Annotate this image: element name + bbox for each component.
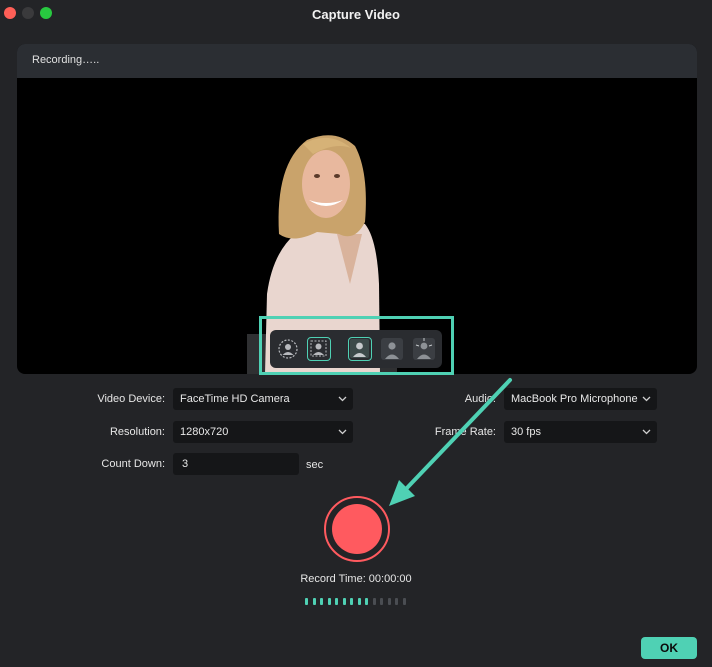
level-bar — [372, 598, 376, 605]
chevron-down-icon — [642, 429, 651, 435]
window-title: Capture Video — [312, 7, 400, 22]
level-bar — [350, 598, 353, 605]
frame-rate-value: 30 fps — [511, 426, 541, 438]
level-bar — [357, 598, 361, 605]
video-device-label: Video Device: — [97, 393, 165, 405]
resolution-select[interactable]: 1280x720 — [173, 421, 353, 443]
level-bar — [342, 598, 346, 605]
record-time: Record Time: 00:00:00 — [300, 573, 412, 585]
level-bar — [380, 598, 383, 605]
audio-select[interactable]: MacBook Pro Microphone — [504, 388, 657, 410]
audio-label: Audio: — [464, 393, 496, 405]
count-down-input[interactable]: 3 — [173, 453, 299, 475]
level-bar — [402, 598, 406, 605]
level-bar — [395, 598, 398, 605]
level-bar — [305, 598, 308, 605]
count-down-unit: sec — [306, 459, 324, 471]
record-button[interactable] — [324, 496, 390, 562]
level-bar — [365, 598, 368, 605]
level-bar — [312, 598, 316, 605]
level-bar — [327, 598, 331, 605]
resolution-label: Resolution: — [109, 426, 165, 438]
toolbar-highlight — [259, 316, 454, 375]
ok-button[interactable]: OK — [641, 637, 697, 659]
frame-rate-label: Frame Rate: — [434, 426, 496, 438]
level-bar — [320, 598, 323, 605]
record-icon — [332, 504, 382, 554]
chevron-down-icon — [338, 396, 347, 402]
title-bar: Capture Video — [0, 0, 712, 30]
video-device-value: FaceTime HD Camera — [180, 393, 290, 405]
video-device-select[interactable]: FaceTime HD Camera — [173, 388, 353, 410]
chevron-down-icon — [642, 396, 651, 402]
frame-rate-select[interactable]: 30 fps — [504, 421, 657, 443]
resolution-value: 1280x720 — [180, 426, 229, 438]
level-bar — [335, 598, 338, 605]
count-down-label: Count Down: — [101, 458, 165, 470]
level-bar — [387, 598, 391, 605]
chevron-down-icon — [338, 429, 347, 435]
audio-value: MacBook Pro Microphone — [511, 393, 638, 405]
